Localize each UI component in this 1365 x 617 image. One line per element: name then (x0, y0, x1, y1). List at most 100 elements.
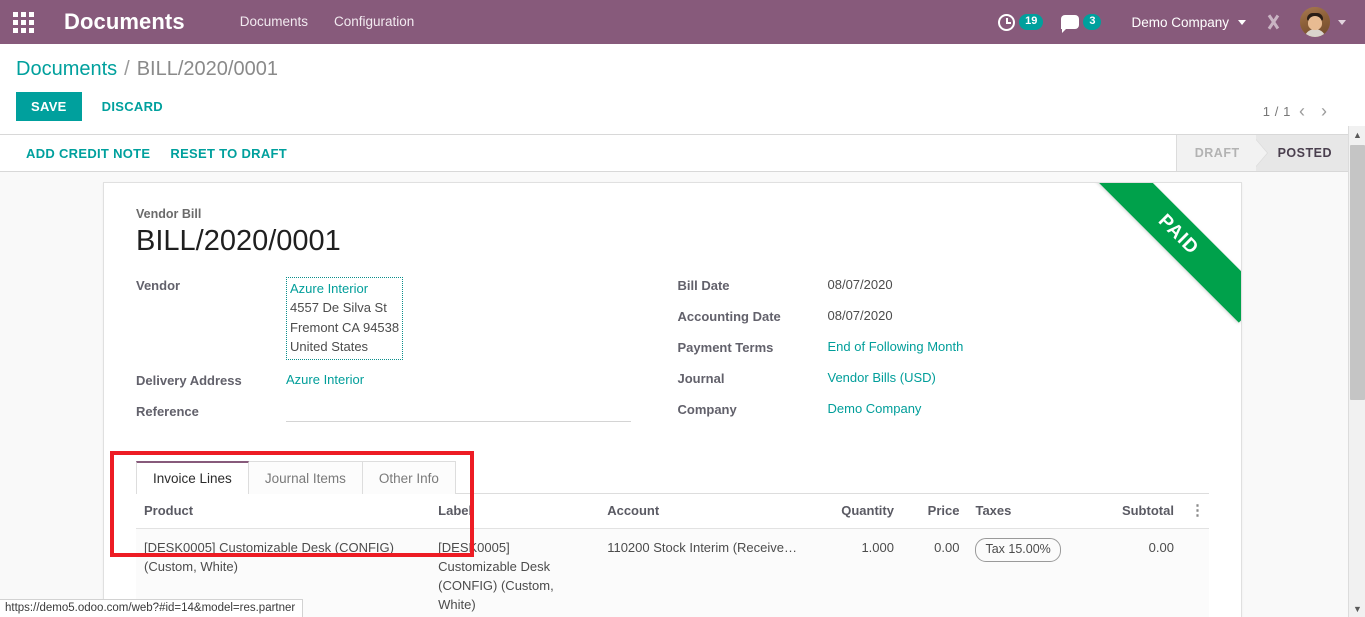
cell-price[interactable]: 0.00 (901, 528, 968, 617)
notebook-tabs: Invoice Lines Journal Items Other Info (136, 460, 1209, 494)
field-payment-terms: Payment Terms End of Following Month (678, 339, 1210, 358)
optional-columns-toggle[interactable]: ⋮ (1181, 493, 1209, 529)
nav-item-documents[interactable]: Documents (227, 0, 321, 44)
chevron-down-icon (1338, 19, 1346, 25)
chevron-down-icon (1238, 19, 1246, 25)
vendor-address-line-3: United States (290, 339, 369, 355)
breadcrumb: Documents / BILL/2020/0001 (16, 44, 1349, 81)
status-steps: DRAFT POSTED (1175, 135, 1348, 171)
avatar (1300, 7, 1330, 37)
browser-link-status: https://demo5.odoo.com/web?#id=14&model=… (0, 599, 304, 617)
breadcrumb-separator: / (124, 58, 130, 80)
field-reference-label: Reference (136, 403, 199, 419)
cell-optional-spacer (1181, 528, 1209, 617)
activities-menu-button[interactable]: 19 (989, 0, 1052, 44)
field-bill-date: Bill Date 08/07/2020 (678, 277, 1210, 296)
field-bill-date-label: Bill Date (677, 277, 730, 293)
debug-tools-button[interactable] (1255, 0, 1291, 44)
save-button[interactable]: SAVE (16, 92, 82, 121)
tab-journal-items[interactable]: Journal Items (247, 460, 363, 494)
apps-menu-button[interactable] (0, 0, 46, 44)
cell-subtotal: 0.00 (1091, 528, 1182, 617)
column-header-price[interactable]: Price (901, 493, 968, 529)
field-company: Company Demo Company (678, 401, 1210, 420)
table-header-row: Product Label Account Quantity Price Tax… (136, 493, 1209, 529)
field-accounting-date-value[interactable]: 08/07/2020 (828, 308, 893, 323)
scroll-up-button[interactable]: ▲ (1349, 126, 1365, 143)
tab-invoice-lines[interactable]: Invoice Lines (136, 460, 249, 494)
nav-item-configuration[interactable]: Configuration (321, 0, 427, 44)
field-company-label: Company (677, 401, 737, 417)
vendor-address-line-1: 4557 De Silva St (290, 300, 387, 316)
vendor-address-box[interactable]: Azure Interior 4557 De Silva St Fremont … (286, 276, 404, 360)
column-header-account[interactable]: Account (599, 493, 815, 529)
form-columns: Vendor Azure Interior 4557 De Silva St F… (136, 276, 1210, 434)
discard-button[interactable]: DISCARD (90, 92, 175, 121)
field-delivery-address-label: Delivery Address (136, 372, 242, 388)
scrollbar-thumb[interactable] (1350, 145, 1365, 400)
status-step-posted[interactable]: POSTED (1255, 135, 1348, 171)
field-accounting-date: Accounting Date 08/07/2020 (678, 308, 1210, 327)
record-pager: 1 / 1 ‹ › (1263, 102, 1335, 120)
column-header-subtotal[interactable]: Subtotal (1091, 493, 1182, 529)
record-sheet: PAID Vendor Bill BILL/2020/0001 Vendor A… (103, 182, 1242, 617)
column-header-quantity[interactable]: Quantity (814, 493, 902, 529)
vendor-name-link[interactable]: Azure Interior (290, 279, 399, 299)
column-header-label[interactable]: Label (430, 493, 600, 529)
navbar-systray: 19 3 Demo Company (989, 0, 1365, 44)
field-accounting-date-label: Accounting Date (677, 308, 781, 324)
pager-next-button[interactable]: › (1313, 102, 1335, 120)
field-vendor-label: Vendor (136, 277, 181, 293)
field-bill-date-value[interactable]: 08/07/2020 (828, 277, 893, 292)
field-journal-value[interactable]: Vendor Bills (USD) (828, 370, 936, 385)
field-vendor: Vendor Azure Interior 4557 De Silva St F… (136, 276, 668, 360)
field-delivery-address-value[interactable]: Azure Interior (286, 372, 364, 387)
company-name-label: Demo Company (1131, 14, 1229, 30)
form-content-area: PAID Vendor Bill BILL/2020/0001 Vendor A… (0, 172, 1365, 617)
cell-quantity[interactable]: 1.000 (814, 528, 902, 617)
record-action-buttons: SAVE DISCARD (16, 81, 1349, 134)
user-menu-button[interactable] (1291, 0, 1355, 44)
field-reference: Reference (136, 403, 668, 422)
message-count-badge: 3 (1083, 14, 1102, 30)
notebook: Invoice Lines Journal Items Other Info P… (136, 460, 1209, 617)
invoice-lines-header: Product Label Account Quantity Price Tax… (136, 493, 1209, 529)
field-journal: Journal Vendor Bills (USD) (678, 370, 1210, 389)
field-payment-terms-label: Payment Terms (677, 339, 774, 355)
tools-wrench-icon (1264, 13, 1282, 31)
app-brand-title[interactable]: Documents (64, 9, 185, 35)
form-column-left: Vendor Azure Interior 4557 De Silva St F… (136, 276, 668, 434)
cell-taxes[interactable]: Tax 15.00% (967, 528, 1092, 617)
reference-input[interactable] (286, 403, 631, 422)
cell-account-text: 110200 Stock Interim (Receive… (607, 539, 797, 555)
vertical-scrollbar[interactable]: ▲ ▼ (1348, 126, 1365, 617)
form-column-right: Bill Date 08/07/2020 Accounting Date 08/… (678, 277, 1210, 434)
tax-badge: Tax 15.00% (975, 537, 1061, 562)
field-delivery-address: Delivery Address Azure Interior (136, 372, 668, 391)
field-company-value[interactable]: Demo Company (828, 401, 922, 416)
add-credit-note-button[interactable]: ADD CREDIT NOTE (16, 135, 160, 171)
breadcrumb-item-documents[interactable]: Documents (16, 58, 117, 81)
form-status-bar: ADD CREDIT NOTE RESET TO DRAFT DRAFT POS… (0, 135, 1365, 172)
field-payment-terms-value[interactable]: End of Following Month (828, 339, 964, 354)
form-subtitle: Vendor Bill (136, 207, 202, 221)
clock-activity-icon (998, 13, 1016, 31)
cell-label[interactable]: [DESK0005] Customizable Desk (CONFIG) (C… (430, 528, 600, 617)
pager-previous-button[interactable]: ‹ (1291, 102, 1313, 120)
field-vendor-value[interactable]: Azure Interior 4557 De Silva St Fremont … (286, 276, 404, 360)
company-switcher[interactable]: Demo Company (1110, 0, 1255, 44)
cell-account[interactable]: 110200 Stock Interim (Receive… (599, 528, 815, 617)
column-header-taxes[interactable]: Taxes (967, 493, 1092, 529)
reset-to-draft-button[interactable]: RESET TO DRAFT (160, 135, 297, 171)
scroll-down-button[interactable]: ▼ (1349, 600, 1365, 617)
messages-menu-button[interactable]: 3 (1052, 0, 1110, 44)
apps-grid-icon (12, 11, 34, 33)
status-step-draft[interactable]: DRAFT (1176, 135, 1268, 171)
navbar-menu: Documents Configuration (227, 0, 428, 44)
chat-bubble-icon (1061, 15, 1080, 33)
activity-count-badge: 19 (1019, 14, 1044, 30)
column-header-product[interactable]: Product (136, 493, 431, 529)
tab-other-info[interactable]: Other Info (361, 460, 456, 494)
page-title: BILL/2020/0001 (136, 225, 341, 257)
odoo-app-window: Documents Documents Configuration 19 3 D… (0, 0, 1365, 617)
